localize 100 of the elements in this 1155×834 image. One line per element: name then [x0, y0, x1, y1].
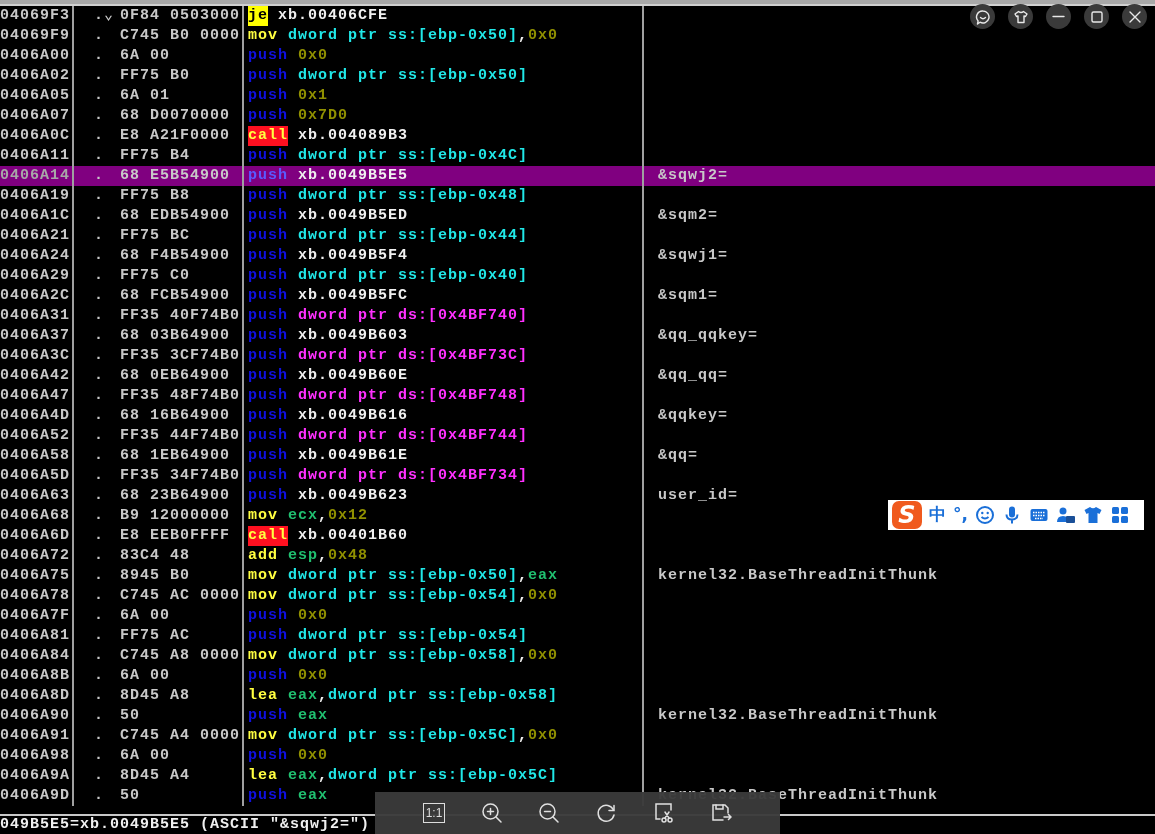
address-cell: 0406A37: [0, 326, 74, 346]
code-row[interactable]: 0406A8B . 6A 00 push 0x0: [0, 666, 1155, 686]
address-cell: 0406A14: [0, 166, 74, 186]
code-row[interactable]: 0406A4D . 68 16B64900 push xb.0049B616 &qqkey=: [0, 406, 1155, 426]
operand-text: eax,dword ptr ss:[ebp-0x5C]: [288, 766, 559, 786]
hex-bytes: FF35 40F74B0: [120, 306, 241, 326]
code-row[interactable]: 0406A19 . FF75 B8 push dword ptr ss:[ebp-0x48]: [0, 186, 1155, 206]
code-row[interactable]: 0406A91 . C745 A4 0000 mov dword ptr ss:[ebp-0x5C],0x0: [0, 726, 1155, 746]
code-row[interactable]: 0406A02 . FF75 B0 push dword ptr ss:[ebp-0x50]: [0, 66, 1155, 86]
jump-marker: .: [93, 486, 105, 506]
code-row[interactable]: 0406A31 . FF35 40F74B0 push dword ptr ds:[0x4BF740]: [0, 306, 1155, 326]
code-row[interactable]: 0406A52 . FF35 44F74B0 push dword ptr ds:[0x4BF744]: [0, 426, 1155, 446]
code-row[interactable]: 0406A14 . 68 E5B54900 push xb.0049B5E5 &sqwj2=: [0, 166, 1155, 186]
skin-button[interactable]: [1008, 4, 1033, 29]
code-row[interactable]: 0406A7F . 6A 00 push 0x0: [0, 606, 1155, 626]
jump-marker: .: [93, 166, 105, 186]
maximize-button[interactable]: [1084, 4, 1109, 29]
mnemonic: mov: [248, 586, 278, 606]
hex-bytes: 68 16B64900: [120, 406, 231, 426]
mnemonic: mov: [248, 726, 278, 746]
close-button[interactable]: [1122, 4, 1147, 29]
address-cell: 0406A72: [0, 546, 74, 566]
comment-text: &sqwj2=: [658, 167, 728, 184]
minimize-button[interactable]: [1046, 4, 1071, 29]
code-row[interactable]: 0406A1C . 68 EDB54900 push xb.0049B5ED &sqm2=: [0, 206, 1155, 226]
operand-text: dword ptr ss:[ebp-0x44]: [298, 226, 529, 246]
address-cell: 0406A63: [0, 486, 74, 506]
code-row[interactable]: 0406A24 . 68 F4B54900 push xb.0049B5F4 &sqwj1=: [0, 246, 1155, 266]
code-row[interactable]: 04069F9 . C745 B0 0000 mov dword ptr ss:[ebp-0x50],0x0: [0, 26, 1155, 46]
operand-text: dword ptr ss:[ebp-0x58],0x0: [288, 646, 559, 666]
hex-bytes: 68 E5B54900: [120, 166, 231, 186]
jump-marker: .: [93, 506, 105, 526]
crop-button[interactable]: [652, 802, 675, 824]
operand-text: 0x7D0: [298, 106, 349, 126]
code-row[interactable]: 0406A81 . FF75 AC push dword ptr ss:[ebp-0x54]: [0, 626, 1155, 646]
code-row[interactable]: 0406A58 . 68 1EB64900 push xb.0049B61E &qq=: [0, 446, 1155, 466]
operand-text: dword ptr ss:[ebp-0x54],0x0: [288, 586, 559, 606]
mnemonic: lea: [248, 686, 278, 706]
operand-text: dword ptr ss:[ebp-0x50],eax: [288, 566, 559, 586]
hex-bytes: C745 A8 0000: [120, 646, 241, 666]
grid-icon[interactable]: [1109, 505, 1130, 525]
smiley-icon[interactable]: [974, 505, 995, 525]
hex-bytes: 68 03B64900: [120, 326, 231, 346]
mnemonic: push: [248, 406, 288, 426]
code-row[interactable]: 0406A75 . 8945 B0 mov dword ptr ss:[ebp-0x50],eax kernel32.BaseThreadInitThunk: [0, 566, 1155, 586]
operand-text: xb.0049B603: [298, 326, 409, 346]
operand-text: xb.0049B61E: [298, 446, 409, 466]
code-row[interactable]: 0406A37 . 68 03B64900 push xb.0049B603 &qq_qqkey=: [0, 326, 1155, 346]
hex-bytes: 68 0EB64900: [120, 366, 231, 386]
comment-text: kernel32.BaseThreadInitThunk: [658, 567, 939, 584]
address-cell: 0406A9A: [0, 766, 74, 786]
code-row[interactable]: 0406A29 . FF75 C0 push dword ptr ss:[ebp-0x40]: [0, 266, 1155, 286]
mnemonic: push: [248, 306, 288, 326]
chat-button[interactable]: [970, 4, 995, 29]
operand-text: dword ptr ss:[ebp-0x54]: [298, 626, 529, 646]
operand-text: eax: [298, 786, 329, 806]
operand-text: xb.0049B623: [298, 486, 409, 506]
address-cell: 0406A3C: [0, 346, 74, 366]
code-row[interactable]: 0406A47 . FF35 48F74B0 push dword ptr ds:[0x4BF748]: [0, 386, 1155, 406]
person-icon[interactable]: [1055, 505, 1076, 525]
operand-text: xb.0049B5F4: [298, 246, 409, 266]
code-row[interactable]: 0406A42 . 68 0EB64900 push xb.0049B60E &qq_qq=: [0, 366, 1155, 386]
comment-text: &sqm1=: [658, 287, 718, 304]
jump-marker: .: [93, 746, 105, 766]
code-row[interactable]: 0406A98 . 6A 00 push 0x0: [0, 746, 1155, 766]
code-row[interactable]: 0406A6D . E8 EEB0FFFF call xb.00401B60: [0, 526, 1155, 546]
rotate-button[interactable]: [595, 802, 618, 824]
code-row[interactable]: 0406A5D . FF35 34F74B0 push dword ptr ds:[0x4BF734]: [0, 466, 1155, 486]
code-row[interactable]: 0406A84 . C745 A8 0000 mov dword ptr ss:[ebp-0x58],0x0: [0, 646, 1155, 666]
code-row[interactable]: 04069F3 .⌄ 0F84 0503000 je xb.00406CFE: [0, 6, 1155, 26]
operand-text: ecx,0x12: [288, 506, 369, 526]
code-row[interactable]: 0406A72 . 83C4 48 add esp,0x48: [0, 546, 1155, 566]
address-cell: 0406A1C: [0, 206, 74, 226]
code-row[interactable]: 0406A3C . FF35 3CF74B0 push dword ptr ds:[0x4BF73C]: [0, 346, 1155, 366]
hex-bytes: B9 12000000: [120, 506, 231, 526]
code-row[interactable]: 0406A21 . FF75 BC push dword ptr ss:[ebp-0x44]: [0, 226, 1155, 246]
operand-text: dword ptr ss:[ebp-0x5C],0x0: [288, 726, 559, 746]
operand-text: eax: [298, 706, 329, 726]
zoom-in-button[interactable]: [480, 802, 503, 824]
code-row[interactable]: 0406A78 . C745 AC 0000 mov dword ptr ss:[ebp-0x54],0x0: [0, 586, 1155, 606]
shirt-icon[interactable]: [1082, 505, 1103, 525]
code-row[interactable]: 0406A9A . 8D45 A4 lea eax,dword ptr ss:[ebp-0x5C]: [0, 766, 1155, 786]
code-row[interactable]: 0406A05 . 6A 01 push 0x1: [0, 86, 1155, 106]
zoom-out-button[interactable]: [538, 802, 561, 824]
comment-text: &qq=: [658, 447, 698, 464]
address-cell: 0406A0C: [0, 126, 74, 146]
jump-marker: .: [93, 786, 105, 806]
code-row[interactable]: 0406A00 . 6A 00 push 0x0: [0, 46, 1155, 66]
save-button[interactable]: [710, 802, 733, 824]
mnemonic: push: [248, 166, 288, 186]
hex-bytes: 6A 00: [120, 46, 170, 66]
hex-bytes: 8D45 A4: [120, 766, 190, 786]
code-row[interactable]: 0406A8D . 8D45 A8 lea eax,dword ptr ss:[ebp-0x58]: [0, 686, 1155, 706]
code-row[interactable]: 0406A0C . E8 A21F0000 call xb.004089B3: [0, 126, 1155, 146]
hex-bytes: FF75 B0: [120, 66, 190, 86]
code-row[interactable]: 0406A90 . 50 push eax kernel32.BaseThreadInitThunk: [0, 706, 1155, 726]
operand-text: xb.00406CFE: [278, 6, 389, 26]
jump-marker: .: [93, 406, 105, 426]
code-row[interactable]: 0406A2C . 68 FCB54900 push xb.0049B5FC &sqm1=: [0, 286, 1155, 306]
jump-marker: .: [93, 46, 105, 66]
